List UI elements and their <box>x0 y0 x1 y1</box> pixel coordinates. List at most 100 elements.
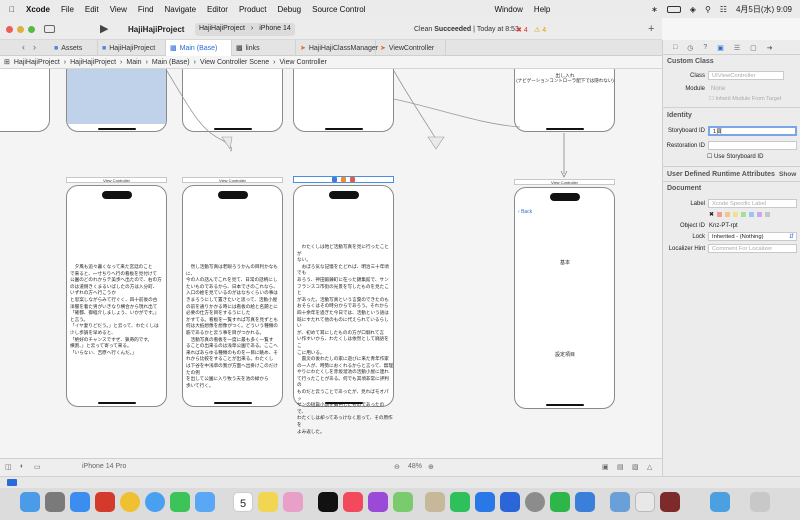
mail-app-icon[interactable] <box>195 492 215 512</box>
yellow-swatch[interactable] <box>733 212 739 217</box>
sidebar-toggle-icon[interactable] <box>44 25 55 33</box>
lock-select[interactable]: Inherited - (Nothing) ⇵ <box>708 232 797 241</box>
tab-project[interactable]: ■ HajiHajiProject <box>98 40 166 56</box>
bluetooth-icon[interactable]: ∗ <box>651 5 658 14</box>
breadcrumb-main-base[interactable]: Main (Base) <box>152 59 190 66</box>
photos-icon[interactable] <box>283 492 303 512</box>
scene-phone-1[interactable]: 夕風も追々暮くなって来た宮廷のこと で来ると、一寸ちりへ行の看板を見付けて 公園… <box>66 185 167 407</box>
breadcrumb-project[interactable]: HajiHajiProject <box>14 59 60 66</box>
add-tab-icon[interactable]: + <box>648 23 654 35</box>
contacts-icon[interactable] <box>425 492 445 512</box>
menu-view[interactable]: View <box>110 5 127 14</box>
grid-icon[interactable]: ⊞ <box>4 58 10 66</box>
trash-icon[interactable] <box>750 492 770 512</box>
tab-main-base[interactable]: ▩ Main (Base) <box>166 40 232 56</box>
use-storyboard-id-checkbox[interactable]: ☐ Use Storyboard ID <box>707 153 763 160</box>
battery-icon[interactable] <box>666 5 681 13</box>
inherit-module-checkbox[interactable]: ☐ Inherit Module From Target <box>709 96 781 102</box>
control-center-icon[interactable]: ☷ <box>720 5 727 14</box>
podcasts-icon[interactable] <box>368 492 388 512</box>
back-icon[interactable]: ‹ <box>22 42 25 52</box>
launchpad-icon[interactable] <box>45 492 65 512</box>
help-inspector-icon[interactable]: ? <box>703 44 707 52</box>
menu-find[interactable]: Find <box>138 5 154 14</box>
storyboard-canvas[interactable]: 出し入れ (ナビゲーションコントローラ配下では隠れない) View Contro… <box>0 69 662 458</box>
calendar-icon[interactable]: 5 <box>233 492 253 512</box>
scheme-selector[interactable]: HajiHajiProject › iPhone 14 <box>195 23 295 36</box>
blue-swatch[interactable] <box>749 212 755 217</box>
menu-app-name[interactable]: Xcode <box>26 5 50 14</box>
add-constraints-icon[interactable]: ▧ <box>632 463 639 471</box>
app-store-icon[interactable] <box>70 492 90 512</box>
numbers-icon[interactable] <box>550 492 570 512</box>
scene-header-1[interactable]: View Controller <box>66 177 167 183</box>
color-label-swatches[interactable]: ✖ <box>709 211 771 218</box>
scene-header-4[interactable]: View Controller <box>514 179 615 185</box>
scene-phone-4[interactable]: ‹ Back 基本 設定項目 <box>514 187 615 409</box>
safari-icon[interactable] <box>145 492 165 512</box>
module-value[interactable]: None <box>711 86 725 92</box>
tab-class-manager[interactable]: ➤ HajiHajiClassManager <box>296 40 378 56</box>
finder-icon[interactable] <box>20 492 40 512</box>
doc-label-field[interactable]: Xcode Specific Label <box>708 199 797 208</box>
clear-color-icon[interactable]: ✖ <box>709 211 714 218</box>
mail-icon[interactable] <box>95 492 115 512</box>
zoom-window-button[interactable] <box>28 26 35 33</box>
error-count[interactable]: ✖ 4 <box>516 26 528 34</box>
menu-clock[interactable]: 4月5日(水) 9:09 <box>736 4 792 15</box>
udra-show-button[interactable]: Show <box>779 171 796 178</box>
menu-source-control[interactable]: Source Control <box>312 5 365 14</box>
localizer-hint-field[interactable]: Comment For Localizer <box>708 244 797 253</box>
menu-debug[interactable]: Debug <box>278 5 302 14</box>
document-outline-toggle-icon[interactable]: ◫ <box>5 463 12 471</box>
wifi-icon[interactable]: ◈ <box>690 5 696 14</box>
first-responder-icon[interactable] <box>341 177 346 182</box>
dictionary-icon[interactable] <box>660 492 680 512</box>
run-button[interactable]: ▶ <box>100 22 108 35</box>
identity-inspector-icon[interactable]: ▣ <box>717 44 724 52</box>
scene-header-2[interactable]: View Controller <box>182 177 283 183</box>
menu-file[interactable]: File <box>61 5 74 14</box>
menu-edit[interactable]: Edit <box>85 5 99 14</box>
keynote-icon[interactable] <box>575 492 595 512</box>
menu-window[interactable]: Window <box>494 5 522 14</box>
red-swatch[interactable] <box>717 212 723 217</box>
scene-phone-3[interactable]: わたくしは殆ど活動写真を見に行ったことが ない。 おぼろ気な記憶をたどれば、明治… <box>293 185 394 434</box>
tv-icon[interactable] <box>318 492 338 512</box>
update-frames-icon[interactable]: ▣ <box>602 463 609 471</box>
breadcrumb-group[interactable]: HajiHajiProject <box>70 59 116 66</box>
tab-assets[interactable]: ■ Assets <box>50 40 98 56</box>
maps-icon[interactable] <box>393 492 413 512</box>
tab-view-controller[interactable]: ➤ ViewController <box>376 40 446 56</box>
storyboard-id-field[interactable]: 1頁 <box>708 126 797 136</box>
search-icon[interactable]: ⚲ <box>705 5 711 14</box>
file-inspector-icon[interactable]: □ <box>673 44 677 52</box>
music-icon[interactable] <box>343 492 363 512</box>
downloads-folder-icon[interactable] <box>710 492 730 512</box>
breadcrumb-main[interactable]: Main <box>126 59 141 66</box>
breadcrumb-scene[interactable]: View Controller Scene <box>200 59 269 66</box>
align-icon[interactable]: ▤ <box>617 463 624 471</box>
forward-icon[interactable]: › <box>33 42 36 52</box>
textedit-icon[interactable] <box>635 492 655 512</box>
zoom-in-icon[interactable]: ⊕ <box>428 463 434 471</box>
view-controller-icon[interactable] <box>332 177 337 182</box>
size-inspector-icon[interactable]: ▢ <box>750 44 757 52</box>
gray-swatch[interactable] <box>765 212 771 217</box>
appearance-icon[interactable]: ◐ <box>20 463 24 470</box>
tab-links[interactable]: ▩ links <box>232 40 296 56</box>
chrome-icon[interactable] <box>120 492 140 512</box>
facetime-icon[interactable] <box>450 492 470 512</box>
nav-back-button[interactable]: ‹ Back <box>518 209 532 215</box>
warning-count[interactable]: ⚠ 4 <box>534 26 546 34</box>
orange-swatch[interactable] <box>725 212 731 217</box>
resolve-issues-icon[interactable]: △ <box>647 463 652 471</box>
menu-navigate[interactable]: Navigate <box>164 5 196 14</box>
attributes-inspector-icon[interactable]: ☰ <box>734 44 740 52</box>
preview-icon[interactable] <box>610 492 630 512</box>
restoration-id-field[interactable] <box>708 141 797 150</box>
zoom-level[interactable]: 48% <box>408 463 422 470</box>
close-window-button[interactable] <box>6 26 13 33</box>
app-store-2-icon[interactable] <box>475 492 495 512</box>
green-swatch[interactable] <box>741 212 747 217</box>
